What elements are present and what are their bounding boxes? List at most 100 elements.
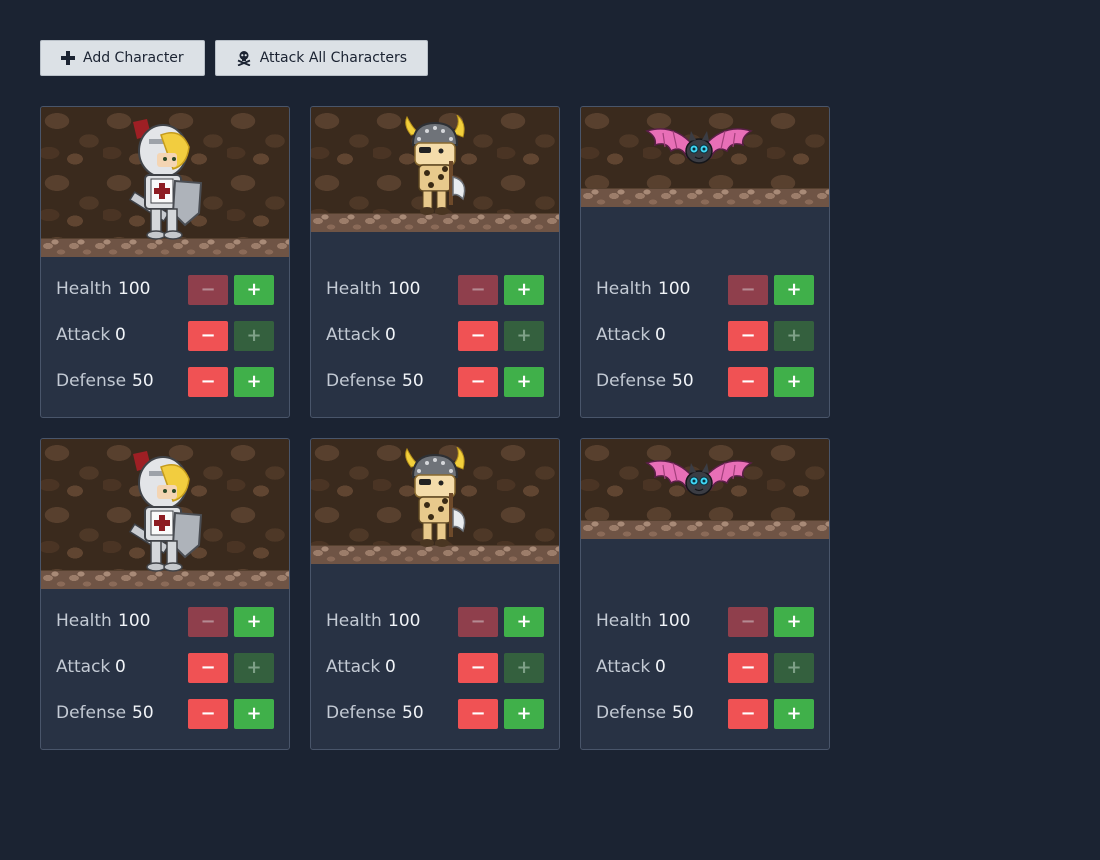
attack-decrease-button[interactable]: − bbox=[188, 321, 228, 351]
character-card-bat: Health 100 − + Attack 0 − + Defense 50 −… bbox=[580, 438, 830, 750]
health-increase-button[interactable]: + bbox=[234, 275, 274, 305]
stats-panel: Health 100 − + Attack 0 − + Defense 50 −… bbox=[596, 275, 814, 413]
character-card-knight: Health 100 − + Attack 0 − + Defense 50 −… bbox=[40, 438, 290, 750]
character-scene bbox=[311, 107, 559, 232]
defense-decrease-button[interactable]: − bbox=[458, 699, 498, 729]
bat-sprite bbox=[645, 128, 753, 164]
defense-decrease-button[interactable]: − bbox=[728, 699, 768, 729]
health-value: 100 bbox=[388, 611, 421, 631]
skull-crossbones-icon bbox=[236, 50, 252, 66]
defense-row: Defense 50 − + bbox=[596, 367, 814, 413]
defense-decrease-button[interactable]: − bbox=[728, 367, 768, 397]
health-decrease-button[interactable]: − bbox=[728, 275, 768, 305]
attack-decrease-button[interactable]: − bbox=[458, 653, 498, 683]
attack-all-characters-label: Attack All Characters bbox=[259, 50, 408, 66]
health-increase-button[interactable]: + bbox=[504, 275, 544, 305]
defense-label: Defense bbox=[326, 371, 397, 391]
attack-increase-button[interactable]: + bbox=[774, 653, 814, 683]
stats-panel: Health 100 − + Attack 0 − + Defense 50 −… bbox=[596, 607, 814, 745]
defense-increase-button[interactable]: + bbox=[234, 699, 274, 729]
character-scene bbox=[311, 439, 559, 564]
stats-panel: Health 100 − + Attack 0 − + Defense 50 −… bbox=[56, 607, 274, 745]
health-increase-button[interactable]: + bbox=[504, 607, 544, 637]
attack-value: 0 bbox=[115, 657, 126, 677]
defense-decrease-button[interactable]: − bbox=[458, 367, 498, 397]
attack-value: 0 bbox=[115, 325, 126, 345]
health-row: Health 100 − + bbox=[326, 275, 544, 321]
ground-strip bbox=[581, 520, 829, 539]
ground-strip bbox=[581, 188, 829, 207]
health-decrease-button[interactable]: − bbox=[188, 275, 228, 305]
attack-label: Attack bbox=[596, 325, 651, 345]
health-increase-button[interactable]: + bbox=[774, 607, 814, 637]
attack-decrease-button[interactable]: − bbox=[728, 653, 768, 683]
viking-sprite bbox=[405, 447, 466, 547]
toolbar: Add Character Attack All Characters bbox=[40, 40, 429, 76]
health-label: Health bbox=[596, 611, 652, 631]
defense-row: Defense 50 − + bbox=[56, 367, 274, 413]
attack-decrease-button[interactable]: − bbox=[188, 653, 228, 683]
health-increase-button[interactable]: + bbox=[234, 607, 274, 637]
attack-row: Attack 0 − + bbox=[326, 321, 544, 367]
stats-panel: Health 100 − + Attack 0 − + Defense 50 −… bbox=[56, 275, 274, 413]
health-label: Health bbox=[326, 611, 382, 631]
defense-value: 50 bbox=[402, 703, 424, 723]
health-value: 100 bbox=[658, 279, 691, 299]
health-decrease-button[interactable]: − bbox=[188, 607, 228, 637]
attack-decrease-button[interactable]: − bbox=[728, 321, 768, 351]
attack-row: Attack 0 − + bbox=[596, 321, 814, 367]
attack-label: Attack bbox=[326, 657, 381, 677]
attack-increase-button[interactable]: + bbox=[234, 321, 274, 351]
health-decrease-button[interactable]: − bbox=[458, 275, 498, 305]
add-character-button[interactable]: Add Character bbox=[40, 40, 205, 76]
health-row: Health 100 − + bbox=[326, 607, 544, 653]
attack-label: Attack bbox=[596, 657, 651, 677]
defense-increase-button[interactable]: + bbox=[774, 699, 814, 729]
attack-value: 0 bbox=[385, 657, 396, 677]
health-increase-button[interactable]: + bbox=[774, 275, 814, 305]
knight-sprite bbox=[128, 119, 203, 240]
attack-row: Attack 0 − + bbox=[56, 653, 274, 699]
defense-label: Defense bbox=[596, 703, 667, 723]
defense-decrease-button[interactable]: − bbox=[188, 367, 228, 397]
defense-increase-button[interactable]: + bbox=[774, 367, 814, 397]
character-scene bbox=[581, 439, 829, 539]
stats-panel: Health 100 − + Attack 0 − + Defense 50 −… bbox=[326, 607, 544, 745]
stats-panel: Health 100 − + Attack 0 − + Defense 50 −… bbox=[326, 275, 544, 413]
health-decrease-button[interactable]: − bbox=[458, 607, 498, 637]
defense-value: 50 bbox=[402, 371, 424, 391]
attack-all-characters-button[interactable]: Attack All Characters bbox=[214, 40, 429, 76]
defense-label: Defense bbox=[56, 371, 127, 391]
attack-value: 0 bbox=[655, 657, 666, 677]
character-scene bbox=[581, 107, 829, 207]
attack-increase-button[interactable]: + bbox=[774, 321, 814, 351]
defense-row: Defense 50 − + bbox=[56, 699, 274, 745]
health-label: Health bbox=[326, 279, 382, 299]
attack-row: Attack 0 − + bbox=[326, 653, 544, 699]
attack-decrease-button[interactable]: − bbox=[458, 321, 498, 351]
defense-increase-button[interactable]: + bbox=[504, 367, 544, 397]
defense-label: Defense bbox=[56, 703, 127, 723]
attack-label: Attack bbox=[326, 325, 381, 345]
attack-value: 0 bbox=[385, 325, 396, 345]
viking-sprite bbox=[405, 115, 466, 215]
defense-increase-button[interactable]: + bbox=[234, 367, 274, 397]
defense-row: Defense 50 − + bbox=[326, 367, 544, 413]
defense-value: 50 bbox=[132, 371, 154, 391]
attack-row: Attack 0 − + bbox=[56, 321, 274, 367]
defense-increase-button[interactable]: + bbox=[504, 699, 544, 729]
attack-increase-button[interactable]: + bbox=[504, 321, 544, 351]
plus-icon bbox=[61, 51, 75, 65]
defense-decrease-button[interactable]: − bbox=[188, 699, 228, 729]
health-decrease-button[interactable]: − bbox=[728, 607, 768, 637]
defense-label: Defense bbox=[596, 371, 667, 391]
defense-row: Defense 50 − + bbox=[326, 699, 544, 745]
attack-increase-button[interactable]: + bbox=[234, 653, 274, 683]
character-scene bbox=[41, 107, 289, 257]
attack-value: 0 bbox=[655, 325, 666, 345]
attack-increase-button[interactable]: + bbox=[504, 653, 544, 683]
defense-value: 50 bbox=[132, 703, 154, 723]
attack-row: Attack 0 − + bbox=[596, 653, 814, 699]
defense-value: 50 bbox=[672, 371, 694, 391]
character-grid: Health 100 − + Attack 0 − + Defense 50 −… bbox=[40, 106, 830, 750]
